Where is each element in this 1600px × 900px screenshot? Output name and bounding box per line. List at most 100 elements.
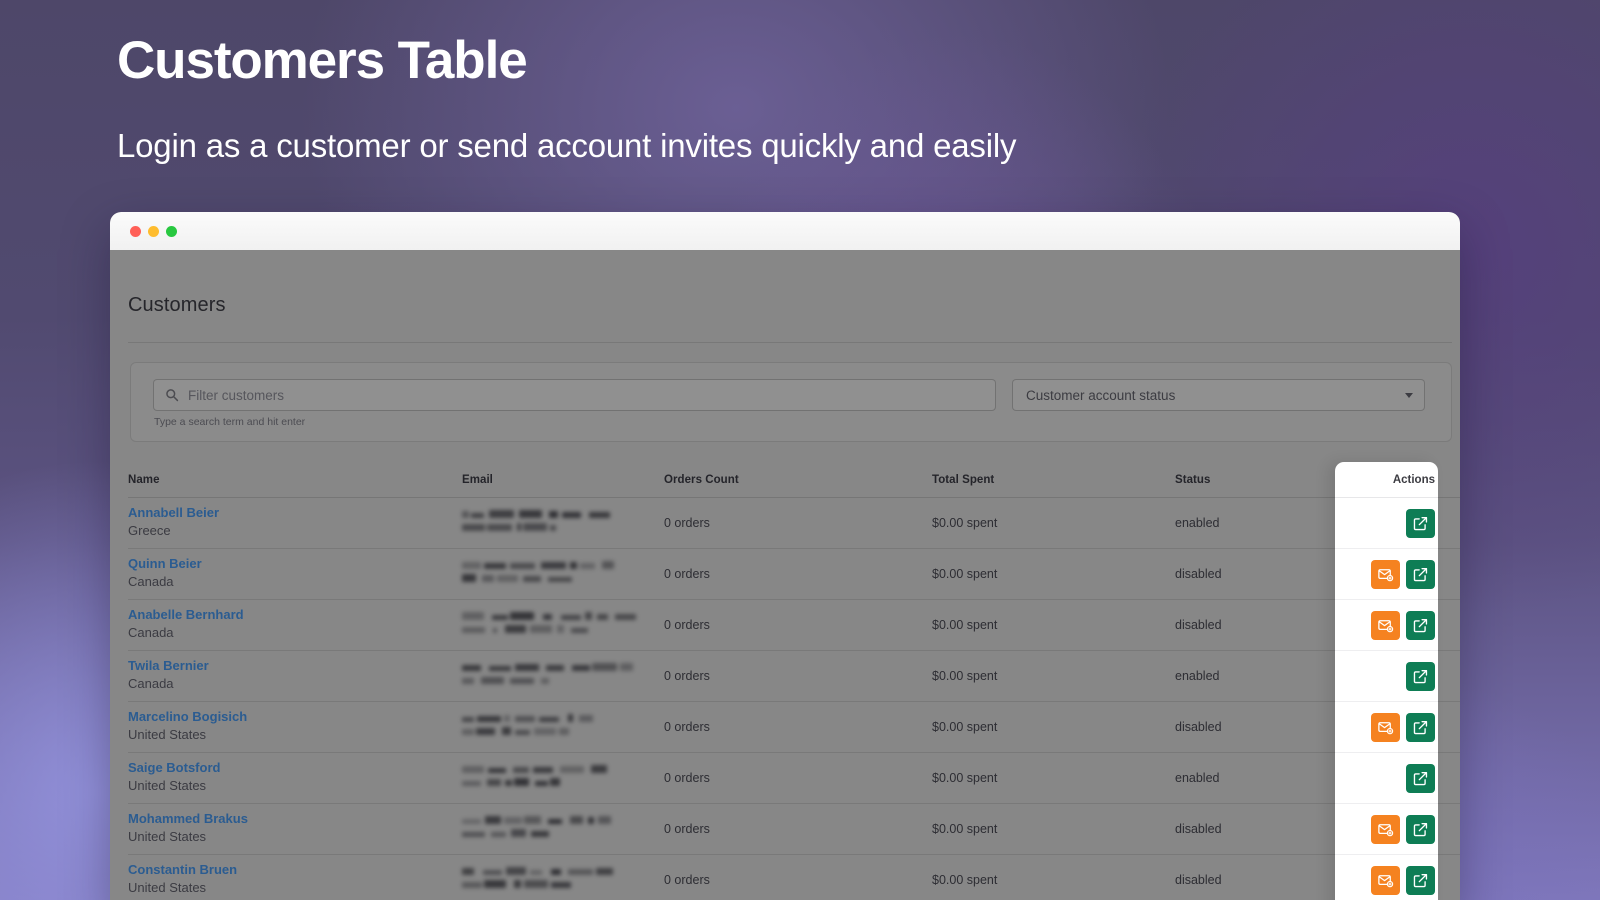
customer-name-link[interactable]: Quinn Beier (128, 556, 462, 572)
actions-column-header: Actions (1335, 462, 1438, 498)
login-as-customer-button[interactable] (1406, 610, 1435, 640)
column-header-email: Email (462, 473, 493, 486)
orders-count-cell: 0 orders (664, 720, 710, 734)
customer-name-link[interactable]: Twila Bernier (128, 658, 462, 674)
send-invite-button[interactable] (1371, 712, 1400, 742)
redacted-email (462, 815, 640, 843)
customer-cell: Anabelle Bernhard Canada (128, 607, 462, 642)
login-as-customer-button[interactable] (1406, 763, 1435, 793)
total-spent-cell: $0.00 spent (932, 516, 998, 530)
customer-location: United States (128, 879, 207, 895)
redacted-email (462, 764, 640, 792)
total-spent-cell: $0.00 spent (932, 720, 998, 734)
total-spent-cell: $0.00 spent (932, 669, 998, 683)
search-hint-text: Type a search term and hit enter (154, 416, 306, 428)
customer-email-cell (462, 713, 664, 741)
external-link-icon (1412, 872, 1429, 889)
redacted-email (462, 611, 640, 639)
orders-count-cell: 0 orders (664, 822, 710, 836)
minimize-window-icon[interactable] (148, 225, 159, 237)
send-invite-button[interactable] (1371, 610, 1400, 640)
customer-cell: Marcelino Bogisich United States (128, 709, 462, 744)
customers-table: Name Email Orders Count Total Spent Stat… (128, 462, 1460, 900)
table-row: Twila Bernier Canada 0 orders $0.00 spent en… (128, 651, 1460, 702)
login-as-customer-button[interactable] (1406, 661, 1435, 691)
table-row: Annabell Beier Greece 0 orders $0.00 spent e… (128, 498, 1460, 549)
table-row: Constantin Bruen United States 0 orders $0.… (128, 855, 1460, 900)
page-headline: Customers Table (117, 31, 528, 90)
page-root: Customers Table Login as a customer or s… (0, 0, 1600, 900)
customer-name-link[interactable]: Annabell Beier (128, 505, 462, 521)
customer-name-link[interactable]: Mohammed Brakus (128, 811, 462, 827)
customer-location: Canada (128, 675, 174, 691)
external-link-icon (1412, 617, 1429, 634)
customer-name-link[interactable]: Marcelino Bogisich (128, 709, 462, 725)
actions-row (1335, 651, 1438, 702)
page-title: Customers (128, 294, 226, 316)
filter-card: Type a search term and hit enter Custome… (130, 362, 1452, 442)
login-as-customer-button[interactable] (1406, 712, 1435, 742)
orders-count-cell: 0 orders (664, 669, 710, 683)
actions-row (1335, 498, 1438, 549)
login-as-customer-button[interactable] (1406, 508, 1435, 538)
total-spent-cell: $0.00 spent (932, 873, 998, 887)
customer-email-cell (462, 815, 664, 843)
customer-name-link[interactable]: Constantin Bruen (128, 862, 462, 878)
envelope-plus-icon (1377, 719, 1394, 736)
actions-column: Actions (1335, 462, 1438, 900)
orders-count-cell: 0 orders (664, 567, 710, 581)
external-link-icon (1412, 719, 1429, 736)
external-link-icon (1412, 566, 1429, 583)
customer-cell: Saige Botsford United States (128, 760, 462, 795)
external-link-icon (1412, 770, 1429, 787)
customer-email-cell (462, 662, 664, 690)
browser-window: Customers Type a search term and hit (110, 212, 1460, 900)
table-row: Mohammed Brakus United States 0 orders $0.0… (128, 804, 1460, 855)
orders-count-cell: 0 orders (664, 618, 710, 632)
login-as-customer-button[interactable] (1406, 865, 1435, 895)
close-window-icon[interactable] (130, 225, 141, 237)
customer-email-cell (462, 509, 664, 537)
total-spent-cell: $0.00 spent (932, 822, 998, 836)
table-row: Anabelle Bernhard Canada 0 orders $0.00 spe… (128, 600, 1460, 651)
chevron-down-icon (1405, 392, 1413, 398)
send-invite-button[interactable] (1371, 559, 1400, 589)
search-field-wrapper[interactable] (153, 379, 996, 411)
envelope-plus-icon (1377, 566, 1394, 583)
table-row: Quinn Beier Canada 0 orders $0.00 spent disa… (128, 549, 1460, 600)
customer-email-cell (462, 866, 664, 894)
customer-name-link[interactable]: Saige Botsford (128, 760, 462, 776)
customer-email-cell (462, 611, 664, 639)
table-header-row: Name Email Orders Count Total Spent Stat… (128, 462, 1460, 498)
status-filter-select[interactable]: Customer account status (1012, 379, 1425, 411)
column-header-orders: Orders Count (664, 473, 739, 486)
customer-cell: Constantin Bruen United States (128, 862, 462, 897)
window-titlebar (110, 212, 1460, 250)
search-input[interactable] (188, 387, 948, 403)
actions-row (1335, 600, 1438, 651)
search-icon (165, 388, 179, 402)
customer-cell: Twila Bernier Canada (128, 658, 462, 693)
maximize-window-icon[interactable] (166, 225, 177, 237)
login-as-customer-button[interactable] (1406, 814, 1435, 844)
login-as-customer-button[interactable] (1406, 559, 1435, 589)
envelope-plus-icon (1377, 821, 1394, 838)
actions-row (1335, 549, 1438, 600)
hero-section: Customers Table Login as a customer or s… (117, 34, 1016, 162)
customer-cell: Annabell Beier Greece (128, 505, 462, 540)
customer-location: Canada (128, 624, 174, 640)
external-link-icon (1412, 821, 1429, 838)
total-spent-cell: $0.00 spent (932, 567, 998, 581)
table-row: Saige Botsford United States 0 orders $0.00… (128, 753, 1460, 804)
orders-count-cell: 0 orders (664, 873, 710, 887)
envelope-plus-icon (1377, 617, 1394, 634)
customer-location: United States (128, 726, 207, 742)
redacted-email (462, 866, 640, 894)
send-invite-button[interactable] (1371, 814, 1400, 844)
app-viewport: Customers Type a search term and hit (110, 250, 1460, 900)
send-invite-button[interactable] (1371, 865, 1400, 895)
column-header-name: Name (128, 473, 160, 486)
customer-name-link[interactable]: Anabelle Bernhard (128, 607, 462, 623)
page-subheadline: Login as a customer or send account invi… (117, 127, 1017, 164)
customer-location: United States (128, 828, 207, 844)
